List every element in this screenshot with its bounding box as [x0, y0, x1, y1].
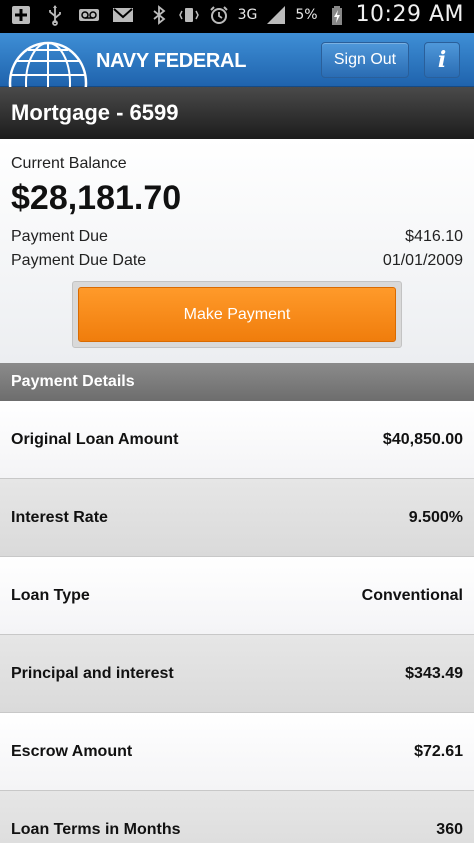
- battery-percent: 5%: [295, 6, 318, 23]
- plus-icon: [12, 6, 30, 24]
- detail-label: Interest Rate: [11, 509, 108, 526]
- title-bar: Mortgage - 6599: [0, 87, 474, 139]
- detail-row-interest-rate: Interest Rate 9.500%: [0, 479, 474, 557]
- payment-due-date-value: 01/01/2009: [382, 252, 463, 269]
- app-header: NAVY FEDERAL Sign Out i: [0, 33, 474, 87]
- info-button[interactable]: i: [424, 42, 460, 78]
- payment-due-label: Payment Due: [11, 228, 108, 245]
- clock: 10:29 AM: [355, 2, 464, 27]
- detail-label: Loan Terms in Months: [11, 821, 181, 838]
- mail-icon: [113, 8, 133, 22]
- notification-icons: [10, 4, 134, 26]
- detail-row-principal-and-interest: Principal and interest $343.49: [0, 635, 474, 713]
- voicemail-icon: [79, 9, 99, 21]
- detail-value: $343.49: [405, 665, 463, 682]
- balance-summary: Current Balance $28,181.70 Payment Due $…: [0, 139, 474, 363]
- detail-row-loan-terms: Loan Terms in Months 360: [0, 791, 474, 843]
- alarm-icon: [209, 5, 228, 24]
- payment-due-date-label: Payment Due Date: [11, 252, 147, 269]
- detail-value: 9.500%: [408, 509, 463, 526]
- detail-value: 360: [436, 821, 463, 838]
- detail-label: Loan Type: [11, 587, 90, 604]
- network-type: 3G: [237, 6, 258, 23]
- detail-value: $72.61: [414, 743, 463, 760]
- vibrate-icon: [178, 7, 199, 22]
- payment-due-value: $416.10: [405, 228, 463, 245]
- signal-icon: [267, 5, 286, 24]
- make-payment-button[interactable]: Make Payment: [78, 287, 396, 342]
- detail-row-original-loan-amount: Original Loan Amount $40,850.00: [0, 401, 474, 479]
- sign-out-button[interactable]: Sign Out: [321, 42, 409, 78]
- section-title: Payment Details: [11, 373, 135, 390]
- brand-name: NAVY FEDERAL: [96, 50, 247, 72]
- detail-label: Escrow Amount: [11, 743, 133, 760]
- page-title: Mortgage - 6599: [11, 100, 179, 125]
- make-payment-frame: Make Payment: [72, 281, 402, 348]
- detail-label: Original Loan Amount: [11, 431, 179, 448]
- payment-details-header: Payment Details: [0, 363, 474, 401]
- status-bar: 3G 5% 10:29 AM: [0, 0, 474, 33]
- globe-logo-icon: [8, 41, 88, 87]
- detail-row-escrow-amount: Escrow Amount $72.61: [0, 713, 474, 791]
- payment-details-list: Original Loan Amount $40,850.00 Interest…: [0, 401, 474, 843]
- detail-value: $40,850.00: [382, 431, 463, 448]
- usb-icon: [49, 5, 61, 26]
- detail-value: Conventional: [361, 587, 463, 604]
- detail-label: Principal and interest: [11, 665, 174, 682]
- current-balance-label: Current Balance: [11, 155, 127, 172]
- bluetooth-icon: [153, 4, 166, 25]
- current-balance-amount: $28,181.70: [11, 179, 182, 217]
- detail-row-loan-type: Loan Type Conventional: [0, 557, 474, 635]
- system-icons: 3G 5% 10:29 AM: [148, 2, 464, 27]
- battery-icon: [331, 5, 342, 25]
